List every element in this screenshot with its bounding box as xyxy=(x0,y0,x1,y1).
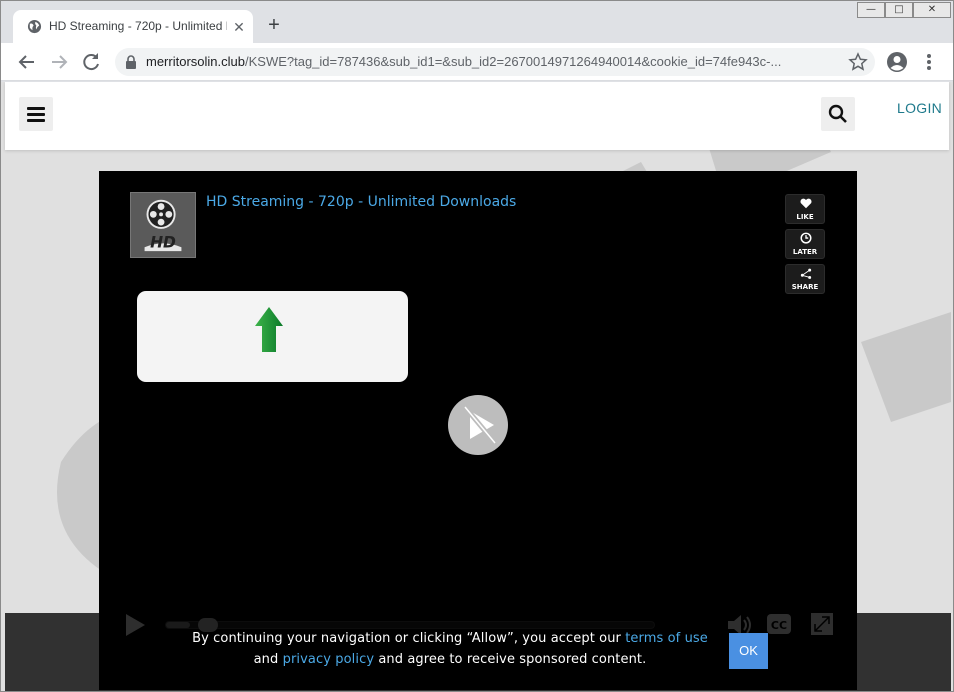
reload-icon[interactable] xyxy=(79,50,103,74)
later-label: LATER xyxy=(792,248,818,256)
browser-toolbar: merritorsolin.club/KSWE?tag_id=787436&su… xyxy=(1,43,953,81)
consent-message: By continuing your navigation or clickin… xyxy=(185,628,715,670)
profile-icon[interactable] xyxy=(886,51,908,73)
new-tab-button[interactable]: + xyxy=(263,15,285,37)
search-icon xyxy=(828,104,847,123)
play-overlay-icon[interactable] xyxy=(446,393,510,457)
web-page: LOGIN HD HD Streaming - 720p - Unlimited… xyxy=(1,82,953,691)
search-button[interactable] xyxy=(821,97,855,131)
address-bar[interactable]: merritorsolin.club/KSWE?tag_id=787436&su… xyxy=(115,48,875,76)
back-arrow-icon[interactable] xyxy=(15,50,39,74)
browser-window: HD Streaming - 720p - Unlimited Download… xyxy=(0,0,954,692)
like-label: LIKE xyxy=(796,213,814,221)
consent-text-start: By continuing your navigation or clickin… xyxy=(192,631,621,646)
browser-tab[interactable]: HD Streaming - 720p - Unlimited Download… xyxy=(13,10,253,43)
share-button[interactable]: SHARE xyxy=(785,264,825,294)
minimize-button[interactable]: — xyxy=(857,2,885,18)
url-path: /KSWE?tag_id=787436&sub_id1=&sub_id2=267… xyxy=(244,54,782,69)
thumbnail-hd-text: HD xyxy=(150,233,176,251)
star-icon[interactable] xyxy=(848,52,868,72)
hamburger-menu-icon[interactable] xyxy=(19,97,53,131)
lock-icon[interactable] xyxy=(125,55,137,69)
url-host: merritorsolin.club xyxy=(146,54,245,69)
like-button[interactable]: LIKE xyxy=(785,194,825,224)
consent-text-end: and agree to receive sponsored content. xyxy=(378,652,647,667)
ok-button[interactable]: OK xyxy=(729,633,768,669)
privacy-policy-link[interactable]: privacy policy xyxy=(283,652,375,667)
login-link[interactable]: LOGIN xyxy=(897,100,942,116)
watch-later-button[interactable]: LATER xyxy=(785,229,825,259)
tab-title: HD Streaming - 720p - Unlimited Download… xyxy=(49,19,227,33)
tab-close-icon[interactable]: ✕ xyxy=(231,19,247,35)
cookie-consent-bar: By continuing your navigation or clickin… xyxy=(5,613,951,691)
tab-strip: HD Streaming - 720p - Unlimited Download… xyxy=(1,1,953,43)
update-prompt-box[interactable] xyxy=(137,291,408,382)
terms-of-use-link[interactable]: terms of use xyxy=(625,631,708,646)
green-up-arrow-icon xyxy=(255,307,283,352)
kebab-menu-icon[interactable] xyxy=(921,51,937,73)
film-reel-icon: HD xyxy=(144,199,182,251)
globe-icon xyxy=(27,19,42,34)
maximize-button[interactable]: □ xyxy=(885,2,913,18)
consent-text-and: and xyxy=(253,652,279,667)
close-window-button[interactable]: ✕ xyxy=(913,2,951,18)
forward-arrow-icon[interactable] xyxy=(47,50,71,74)
site-header: LOGIN xyxy=(5,82,949,150)
share-label: SHARE xyxy=(791,283,819,291)
video-title[interactable]: HD Streaming - 720p - Unlimited Download… xyxy=(206,194,516,210)
url-text[interactable]: merritorsolin.club/KSWE?tag_id=787436&su… xyxy=(146,54,836,69)
video-thumbnail: HD xyxy=(130,192,196,258)
